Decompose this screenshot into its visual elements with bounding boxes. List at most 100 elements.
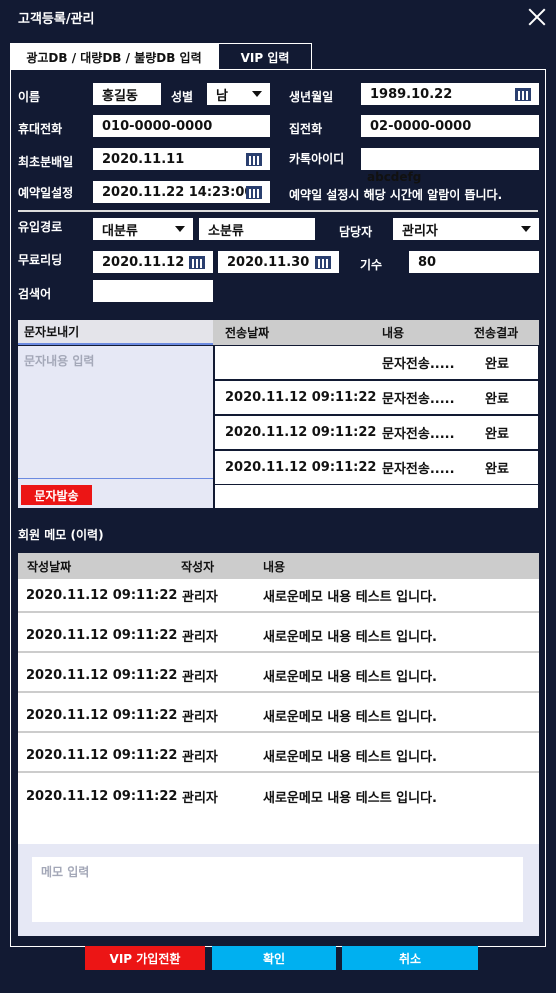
sms-result: 완료 xyxy=(485,357,509,372)
kakao-label: 카톡아이디 xyxy=(289,152,345,166)
column-header: 내용 xyxy=(263,559,286,574)
first-assign-label: 최초분배일 xyxy=(18,155,74,169)
minor-category-field[interactable]: 소분류 xyxy=(199,218,315,240)
sms-placeholder: 문자내용 입력 xyxy=(24,354,95,368)
period-field[interactable]: 80 xyxy=(409,251,539,273)
tab-ad-db[interactable]: 광고DB / 대량DB / 불량DB 입력 xyxy=(10,43,218,70)
free-lead-start-field[interactable]: 2020.11.12 xyxy=(93,251,213,273)
cancel-button[interactable]: 취소 xyxy=(342,946,478,970)
home-phone-field[interactable]: 02-0000-0000 xyxy=(361,115,539,137)
chevron-down-icon xyxy=(252,91,262,97)
column-header: 내용 xyxy=(382,326,405,340)
memo-author: 관리자 xyxy=(182,589,218,605)
calendar-icon[interactable] xyxy=(315,256,331,269)
memo-date: 2020.11.12 09:11:22 xyxy=(26,788,178,804)
birth-label: 생년월일 xyxy=(289,90,334,104)
table-row[interactable]: 2020.11.12 09:11:22 문자전송..... 완료 xyxy=(215,416,538,449)
sms-content: 문자전송..... xyxy=(382,357,455,372)
column-header: 전송날짜 xyxy=(225,326,270,340)
table-row[interactable]: 문자전송..... 완료 xyxy=(215,346,538,379)
memo-content: 새로운메모 내용 테스트 입니다. xyxy=(263,709,437,725)
free-lead-start-value: 2020.11.12 xyxy=(102,254,185,270)
sms-date: 2020.11.12 09:11:22 xyxy=(225,390,377,405)
mobile-label: 휴대전화 xyxy=(18,122,63,136)
table-row xyxy=(215,485,538,508)
memo-author: 관리자 xyxy=(182,749,218,765)
sms-header: 문자보내기 xyxy=(18,320,213,345)
birth-field[interactable]: 1989.10.22 xyxy=(361,83,539,105)
gender-select[interactable]: 남 xyxy=(207,83,270,105)
major-category-value: 대분류 xyxy=(102,223,138,239)
table-row[interactable]: 2020.11.12 09:11:22 관리자 새로운메모 내용 테스트 입니다… xyxy=(18,779,539,813)
chevron-down-icon xyxy=(175,226,185,232)
close-icon[interactable] xyxy=(526,6,548,28)
free-lead-end-value: 2020.11.30 xyxy=(227,254,310,270)
sms-history-header: 전송날짜 내용 전송결과 xyxy=(213,320,539,345)
sms-textarea[interactable] xyxy=(18,346,213,508)
table-row[interactable]: 2020.11.12 09:11:22 문자전송..... 완료 xyxy=(215,451,538,484)
memo-content: 새로운메모 내용 테스트 입니다. xyxy=(263,669,437,685)
reservation-note: 예약일 설정시 해당 시간에 알람이 뜹니다. xyxy=(289,188,503,202)
manager-value: 관리자 xyxy=(402,223,438,239)
divider xyxy=(18,478,213,479)
divider xyxy=(18,210,538,212)
memo-table-header: 작성날짜 작성자 내용 xyxy=(18,553,539,579)
manager-select[interactable]: 관리자 xyxy=(393,218,539,240)
vip-convert-button[interactable]: VIP 가입전환 xyxy=(85,946,205,970)
memo-date: 2020.11.12 09:11:22 xyxy=(26,667,178,683)
sms-date: 2020.11.12 09:11:22 xyxy=(225,425,377,440)
memo-section-title: 회원 메모 (이력) xyxy=(18,528,104,542)
name-label: 이름 xyxy=(18,90,41,104)
column-header: 작성날짜 xyxy=(27,559,72,574)
calendar-icon[interactable] xyxy=(246,186,262,199)
sms-result: 완료 xyxy=(485,427,509,442)
kakao-value: abcdefg xyxy=(367,170,422,184)
reservation-field[interactable]: 2020.11.22 14:23:00 xyxy=(93,181,270,203)
tab-vip[interactable]: VIP 입력 xyxy=(218,43,312,70)
calendar-icon[interactable] xyxy=(189,256,205,269)
kakao-field[interactable] xyxy=(361,148,539,170)
birth-value: 1989.10.22 xyxy=(370,86,453,102)
first-assign-value: 2020.11.11 xyxy=(102,151,185,167)
sms-content: 문자전송..... xyxy=(382,462,455,477)
memo-input[interactable]: 메모 입력 xyxy=(32,857,523,922)
memo-date: 2020.11.12 09:11:22 xyxy=(26,747,178,763)
memo-content: 새로운메모 내용 테스트 입니다. xyxy=(263,629,437,645)
column-header: 전송결과 xyxy=(474,326,519,340)
table-row[interactable]: 2020.11.12 09:11:22 관리자 새로운메모 내용 테스트 입니다… xyxy=(18,579,539,613)
free-lead-end-field[interactable]: 2020.11.30 xyxy=(218,251,339,273)
table-row[interactable]: 2020.11.12 09:11:22 관리자 새로운메모 내용 테스트 입니다… xyxy=(18,739,539,773)
major-category-select[interactable]: 대분류 xyxy=(93,218,193,240)
memo-content: 새로운메모 내용 테스트 입니다. xyxy=(263,790,437,806)
sms-result: 완료 xyxy=(485,392,509,407)
table-row[interactable]: 2020.11.12 09:11:22 관리자 새로운메모 내용 테스트 입니다… xyxy=(18,659,539,693)
table-row[interactable]: 2020.11.12 09:11:22 문자전송..... 완료 xyxy=(215,381,538,414)
reservation-label: 예약일설정 xyxy=(18,186,74,200)
table-row[interactable]: 2020.11.12 09:11:22 관리자 새로운메모 내용 테스트 입니다… xyxy=(18,699,539,733)
name-field[interactable]: 홍길동 xyxy=(93,83,161,105)
calendar-icon[interactable] xyxy=(246,153,262,166)
free-lead-label: 무료리딩 xyxy=(18,253,63,267)
memo-date: 2020.11.12 09:11:22 xyxy=(26,587,178,603)
column-header: 작성자 xyxy=(181,559,215,574)
memo-author: 관리자 xyxy=(182,669,218,685)
first-assign-field[interactable]: 2020.11.11 xyxy=(93,148,270,170)
period-label: 기수 xyxy=(360,258,383,272)
gender-label: 성별 xyxy=(171,90,194,104)
calendar-icon[interactable] xyxy=(515,88,531,101)
reservation-value: 2020.11.22 14:23:00 xyxy=(102,184,254,200)
memo-content: 새로운메모 내용 테스트 입니다. xyxy=(263,749,437,765)
gender-value: 남 xyxy=(216,88,228,104)
mobile-field[interactable]: 010-0000-0000 xyxy=(93,115,270,137)
sms-date: 2020.11.12 09:11:22 xyxy=(225,460,377,475)
send-sms-button[interactable]: 문자발송 xyxy=(21,485,92,505)
memo-content: 새로운메모 내용 테스트 입니다. xyxy=(263,589,437,605)
home-phone-label: 집전화 xyxy=(289,122,323,136)
chevron-down-icon xyxy=(521,226,531,232)
inflow-label: 유입경로 xyxy=(18,220,63,234)
confirm-button[interactable]: 확인 xyxy=(212,946,336,970)
search-input[interactable] xyxy=(93,280,213,302)
memo-author: 관리자 xyxy=(182,629,218,645)
table-row[interactable]: 2020.11.12 09:11:22 관리자 새로운메모 내용 테스트 입니다… xyxy=(18,619,539,653)
memo-date: 2020.11.12 09:11:22 xyxy=(26,627,178,643)
